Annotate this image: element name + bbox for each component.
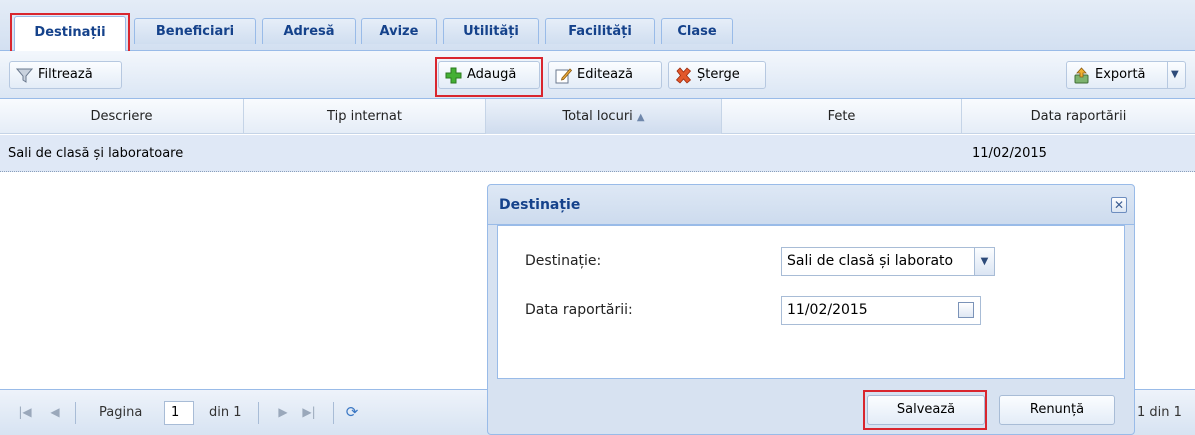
- calendar-icon[interactable]: [958, 302, 974, 318]
- chevron-down-icon[interactable]: ▼: [1171, 62, 1179, 88]
- export-split-divider: [1167, 62, 1168, 88]
- export-icon: [1074, 67, 1089, 84]
- tab-label: Utilități: [463, 24, 519, 39]
- prev-page-icon[interactable]: ◀: [48, 405, 62, 419]
- column-label: Fete: [827, 109, 856, 124]
- funnel-icon: [16, 68, 33, 83]
- tab-facilitati[interactable]: Facilități: [545, 18, 655, 44]
- sort-asc-icon: ▲: [636, 112, 645, 123]
- last-page-icon[interactable]: ▶|: [302, 405, 316, 419]
- pager-separator: [75, 402, 76, 424]
- column-tip-internat[interactable]: Tip internat: [244, 99, 486, 134]
- pager-separator: [258, 402, 259, 424]
- cell-descriere: Sali de clasă și laboratoare: [8, 146, 184, 161]
- toolbar: Filtrează Adaugă Editează Șterge Exportă…: [0, 51, 1195, 99]
- page-label: Pagina: [99, 405, 143, 420]
- tab-clase[interactable]: Clase: [661, 18, 733, 44]
- column-label: Data raportării: [1030, 109, 1127, 124]
- tab-strip: Destinații Beneficiari Adresă Avize Util…: [0, 0, 1195, 51]
- page-number-input[interactable]: 1: [164, 401, 194, 425]
- column-descriere[interactable]: Descriere: [0, 99, 244, 134]
- edit-button[interactable]: Editează: [548, 61, 662, 89]
- data-raportarii-field[interactable]: 11/02/2015: [781, 296, 981, 325]
- pager-separator: [333, 402, 334, 424]
- tab-avize[interactable]: Avize: [361, 18, 437, 44]
- column-label: Tip internat: [327, 109, 402, 124]
- refresh-icon[interactable]: ⟳: [345, 405, 359, 420]
- cancel-button[interactable]: Renunță: [999, 395, 1115, 425]
- highlight-add-button: [435, 57, 543, 97]
- tab-label: Adresă: [283, 24, 335, 39]
- destinatie-dialog: Destinație ✕ Destinație: Sali de clasă ș…: [487, 184, 1135, 435]
- column-label: Total locuri: [562, 109, 633, 124]
- column-fete[interactable]: Fete: [722, 99, 962, 134]
- first-page-icon[interactable]: |◀: [18, 405, 32, 419]
- grid-header: Descriere Tip internat Total locuri ▲ Fe…: [0, 99, 1195, 134]
- column-data-raportarii[interactable]: Data raportării: [962, 99, 1195, 134]
- column-label: Descriere: [90, 109, 153, 124]
- cell-tip-internat: [250, 135, 480, 172]
- edit-label: Editează: [577, 67, 633, 82]
- tab-label: Beneficiari: [155, 24, 235, 39]
- page-count-label: din 1: [209, 405, 242, 420]
- cancel-label: Renunță: [1029, 402, 1085, 417]
- column-total-locuri[interactable]: Total locuri ▲: [486, 99, 722, 134]
- export-button[interactable]: Exportă ▼: [1066, 61, 1186, 89]
- edit-icon: [555, 68, 572, 84]
- tab-label: Clase: [677, 24, 717, 39]
- filter-button[interactable]: Filtrează: [9, 61, 122, 89]
- record-summary: 1 din 1: [1137, 405, 1182, 420]
- cell-fete: [728, 135, 956, 172]
- destinatie-label: Destinație:: [525, 253, 602, 269]
- delete-button[interactable]: Șterge: [668, 61, 766, 89]
- dialog-title: Destinație: [499, 197, 581, 213]
- destinatie-select[interactable]: Sali de clasă și laborato ▼: [781, 247, 995, 276]
- next-page-icon[interactable]: ▶: [276, 405, 290, 419]
- tab-utilitati[interactable]: Utilități: [443, 18, 539, 44]
- dialog-header: Destinație ✕: [488, 185, 1134, 225]
- data-raportarii-value: 11/02/2015: [787, 302, 868, 318]
- tab-beneficiari[interactable]: Beneficiari: [134, 18, 256, 44]
- dialog-form: Destinație: Sali de clasă și laborato ▼ …: [497, 225, 1125, 379]
- cell-data-raportarii: 11/02/2015: [972, 146, 1047, 161]
- destinatie-value: Sali de clasă și laborato: [787, 253, 954, 269]
- delete-label: Șterge: [697, 67, 740, 82]
- table-row[interactable]: Sali de clasă și laboratoare 11/02/2015: [0, 135, 1195, 172]
- export-label: Exportă: [1095, 67, 1146, 82]
- tab-adresa[interactable]: Adresă: [262, 18, 356, 44]
- chevron-down-icon[interactable]: ▼: [974, 248, 994, 275]
- tab-label: Avize: [379, 24, 419, 39]
- cell-total-locuri: [492, 135, 716, 172]
- highlight-tab-destinatii: [10, 13, 130, 56]
- highlight-save-button: [863, 390, 987, 430]
- close-icon[interactable]: ✕: [1111, 197, 1127, 213]
- filter-label: Filtrează: [38, 67, 93, 82]
- tab-label: Facilități: [568, 24, 632, 39]
- data-raportarii-label: Data raportării:: [525, 302, 633, 318]
- delete-x-icon: [675, 67, 692, 84]
